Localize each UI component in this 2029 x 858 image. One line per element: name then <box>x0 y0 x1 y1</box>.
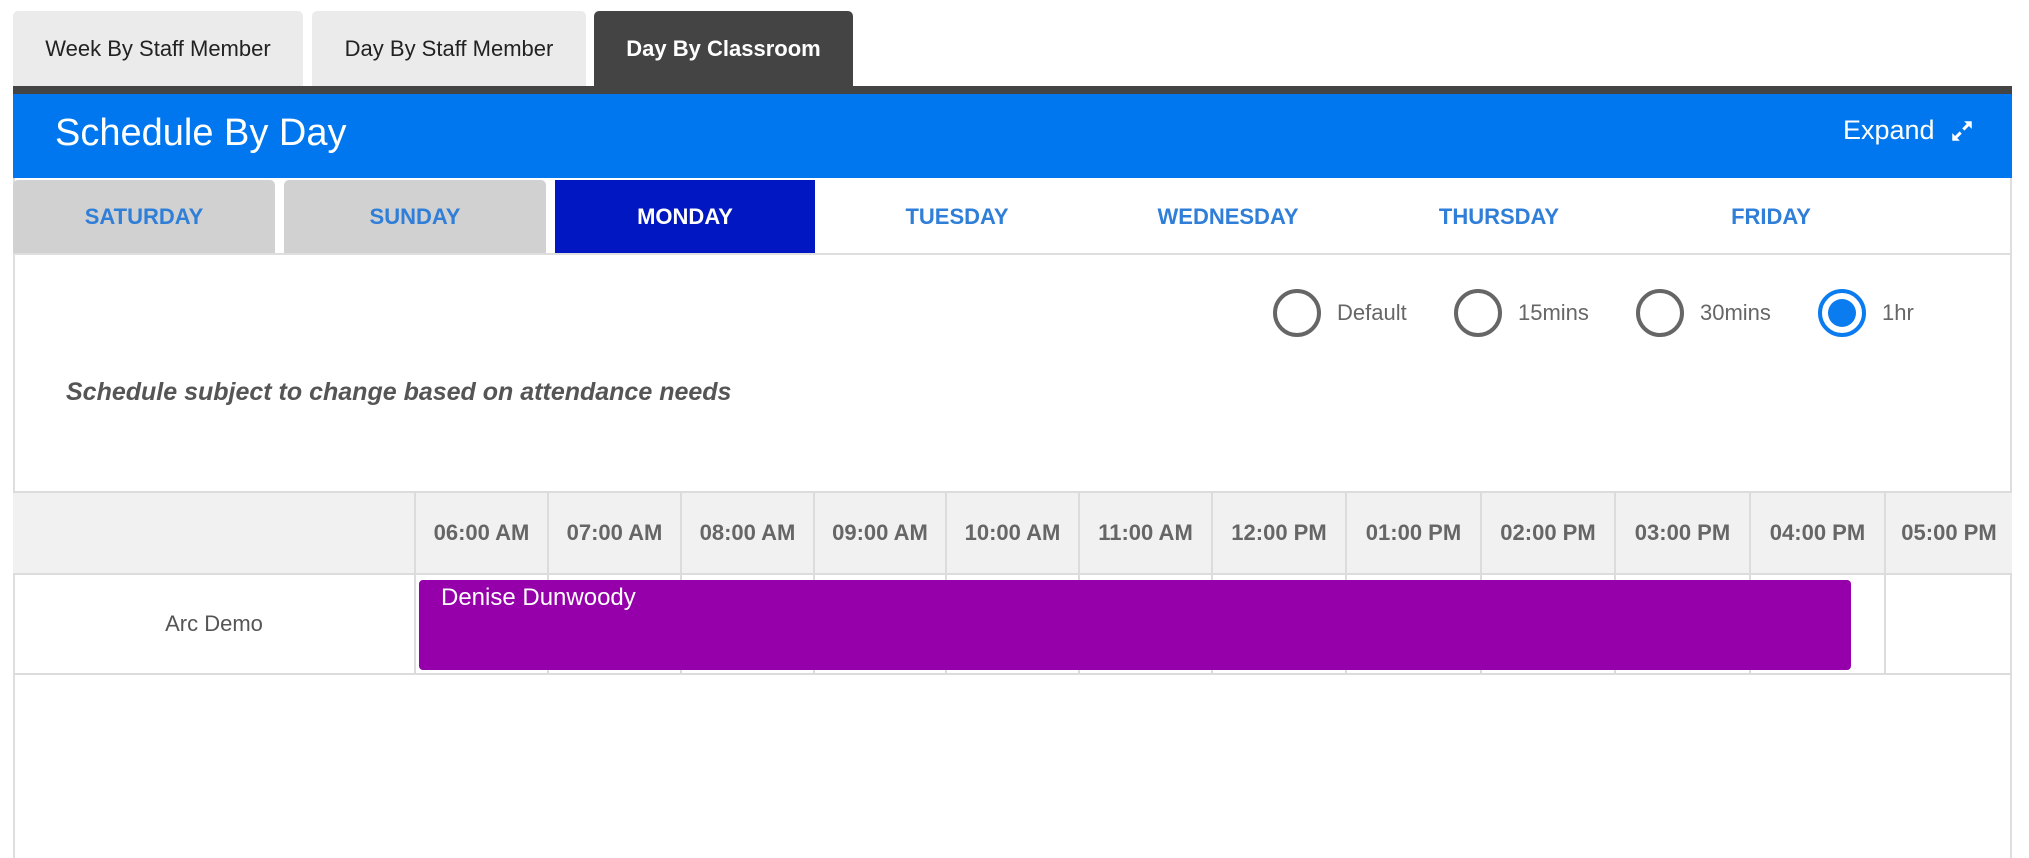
day-tab-label: MONDAY <box>637 204 733 229</box>
day-tab-thursday[interactable]: THURSDAY <box>1368 180 1630 254</box>
day-tab-sunday[interactable]: SUNDAY <box>284 180 546 254</box>
radio-checked-icon[interactable] <box>1818 289 1866 337</box>
radio-1hr[interactable]: 1hr <box>1818 289 1914 337</box>
time-slot-header: 07:00 AM <box>566 520 663 545</box>
radio-30mins[interactable]: 30mins <box>1636 289 1771 337</box>
tab-label: Day By Classroom <box>626 35 821 61</box>
page-title: Schedule By Day <box>55 112 347 154</box>
day-tab-label: TUESDAY <box>905 204 1009 229</box>
day-tab-label: SUNDAY <box>369 204 461 229</box>
radio-15mins[interactable]: 15mins <box>1454 289 1589 337</box>
day-tab-label: THURSDAY <box>1438 204 1560 229</box>
tab-day-by-classroom[interactable]: Day By Classroom <box>594 11 853 86</box>
time-slot-header: 11:00 AM <box>1098 520 1193 545</box>
day-tab-label: SATURDAY <box>84 204 204 229</box>
tab-day-by-staff-member[interactable]: Day By Staff Member <box>312 11 586 86</box>
tab-label: Week By Staff Member <box>45 35 271 61</box>
schedule-note: Schedule subject to change based on atte… <box>66 378 732 406</box>
expand-arrows-icon <box>1951 120 1972 141</box>
time-slot-header: 08:00 AM <box>699 520 796 545</box>
day-tab-label: WEDNESDAY <box>1157 204 1299 229</box>
expand-button[interactable]: Expand <box>1843 115 1975 146</box>
day-tab-friday[interactable]: FRIDAY <box>1640 180 1902 254</box>
day-tab-saturday[interactable]: SATURDAY <box>13 180 275 254</box>
time-slot-header: 05:00 PM <box>1901 520 1997 545</box>
time-slot-header: 09:00 AM <box>832 520 928 545</box>
radio-unchecked-icon[interactable] <box>1273 289 1321 337</box>
time-slot-header: 06:00 AM <box>433 520 530 545</box>
radio-label: 15mins <box>1518 300 1589 325</box>
radio-unchecked-icon[interactable] <box>1636 289 1684 337</box>
tab-label: Day By Staff Member <box>344 35 554 61</box>
time-slot-header: 03:00 PM <box>1634 520 1731 545</box>
radio-label: Default <box>1337 300 1407 325</box>
day-tab-monday[interactable]: MONDAY <box>555 180 815 254</box>
time-slot-header: 02:00 PM <box>1500 520 1596 545</box>
radio-label: 30mins <box>1700 300 1771 325</box>
shift-block[interactable]: Denise Dunwoody <box>419 580 1851 670</box>
shift-staff-name: Denise Dunwoody <box>441 584 636 611</box>
time-slot-header: 04:00 PM <box>1769 520 1866 545</box>
classroom-label: Arc Demo <box>165 611 263 636</box>
radio-label: 1hr <box>1882 300 1914 325</box>
radio-dot <box>1828 299 1856 327</box>
radio-default[interactable]: Default <box>1273 289 1407 337</box>
time-slot-header: 10:00 AM <box>964 520 1061 545</box>
radio-unchecked-icon[interactable] <box>1454 289 1502 337</box>
time-slot-header: 01:00 PM <box>1365 520 1462 545</box>
tab-week-by-staff-member[interactable]: Week By Staff Member <box>13 11 303 86</box>
time-slot-header: 12:00 PM <box>1231 520 1327 545</box>
day-tabs-underline <box>13 253 2012 255</box>
day-tab-wednesday[interactable]: WEDNESDAY <box>1097 180 1359 254</box>
day-tab-tuesday[interactable]: TUESDAY <box>826 180 1088 254</box>
expand-label: Expand <box>1843 115 1935 145</box>
tab-underline <box>13 86 2012 94</box>
grid-border-bottom <box>13 673 2012 675</box>
day-tab-label: FRIDAY <box>1731 204 1811 229</box>
